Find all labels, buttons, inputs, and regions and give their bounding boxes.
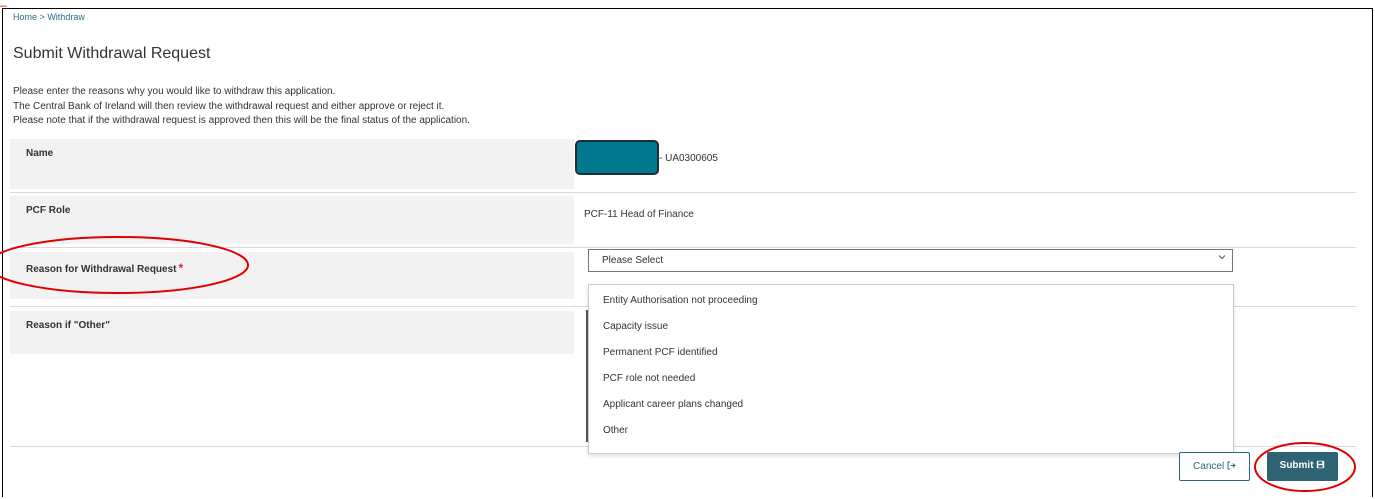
reason-other-label-text: Reason if "Other" bbox=[26, 320, 110, 331]
cancel-button[interactable]: Cancel bbox=[1179, 452, 1250, 481]
row-divider bbox=[10, 192, 1356, 193]
submit-button[interactable]: Submit bbox=[1267, 452, 1338, 481]
cancel-button-label: Cancel bbox=[1193, 461, 1225, 472]
chevron-down-icon bbox=[1218, 255, 1226, 260]
top-annotation-text: _ bbox=[0, 0, 7, 7]
reason-other-label: Reason if "Other" bbox=[10, 311, 574, 354]
breadcrumb-home[interactable]: Home bbox=[13, 12, 37, 22]
reason-label-text: Reason for Withdrawal Request bbox=[26, 264, 177, 275]
reason-label: Reason for Withdrawal Request * bbox=[10, 252, 574, 299]
exit-icon bbox=[1227, 461, 1236, 470]
page-title: Submit Withdrawal Request bbox=[13, 45, 211, 62]
breadcrumb-current: Withdraw bbox=[47, 12, 85, 22]
dropdown-option[interactable]: Other bbox=[589, 415, 1233, 441]
required-asterisk: * bbox=[178, 261, 184, 275]
pcf-role-label: PCF Role bbox=[10, 196, 574, 244]
dropdown-option[interactable]: Entity Authorisation not proceeding bbox=[589, 285, 1233, 311]
intro-text: Please enter the reasons why you would l… bbox=[13, 85, 470, 129]
dropdown-option[interactable]: Applicant career plans changed bbox=[589, 389, 1233, 415]
save-icon bbox=[1317, 460, 1325, 469]
dropdown-option[interactable]: Permanent PCF identified bbox=[589, 337, 1233, 363]
intro-line-3: Please note that if the withdrawal reque… bbox=[13, 115, 470, 126]
reason-select-value: Please Select bbox=[602, 255, 664, 266]
breadcrumb-separator: > bbox=[39, 12, 45, 22]
breadcrumb: Home > Withdraw bbox=[13, 12, 85, 22]
dropdown-option[interactable]: PCF role not needed bbox=[589, 363, 1233, 389]
pcf-role-value: PCF-11 Head of Finance bbox=[584, 209, 694, 220]
submit-button-label: Submit bbox=[1279, 460, 1314, 471]
pcf-role-label-text: PCF Role bbox=[26, 205, 71, 216]
intro-line-2: The Central Bank of Ireland will then re… bbox=[13, 100, 445, 112]
row-divider bbox=[10, 247, 1356, 248]
name-label-text: Name bbox=[26, 148, 54, 159]
name-value: - UA0300605 bbox=[659, 153, 718, 164]
redacted-name-block bbox=[575, 140, 659, 175]
intro-line-1: Please enter the reasons why you would l… bbox=[13, 86, 336, 97]
dropdown-option[interactable]: Capacity issue bbox=[589, 311, 1233, 337]
reason-select[interactable]: Please Select bbox=[588, 249, 1233, 272]
name-label: Name bbox=[10, 139, 574, 189]
reason-dropdown-list: Entity Authorisation not proceeding Capa… bbox=[588, 284, 1234, 454]
